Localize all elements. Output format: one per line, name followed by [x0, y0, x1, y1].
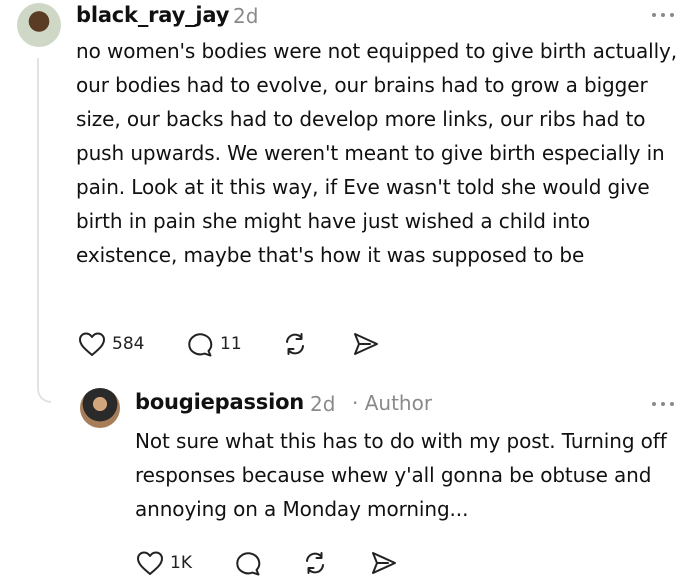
- like-count: 584: [112, 334, 145, 354]
- like-button[interactable]: 584: [78, 331, 144, 357]
- heart-icon: [79, 332, 105, 356]
- repost-icon: [306, 552, 324, 574]
- avatar[interactable]: [80, 388, 120, 428]
- repost-icon: [286, 333, 304, 355]
- share-button[interactable]: [352, 331, 380, 357]
- reply-button[interactable]: [234, 550, 262, 576]
- avatar[interactable]: [17, 3, 61, 47]
- share-button[interactable]: [370, 550, 398, 576]
- reply-text: Not sure what this has to do with my pos…: [135, 429, 667, 521]
- comment-text: no women's bodies were not equipped to g…: [76, 39, 678, 267]
- reply-button[interactable]: 11: [186, 331, 242, 357]
- send-icon: [354, 333, 378, 355]
- repost-button[interactable]: [282, 331, 308, 357]
- reply-count: 11: [220, 334, 242, 354]
- author-badge: · Author: [352, 391, 433, 415]
- comment-username[interactable]: black_ray_jay: [76, 3, 229, 27]
- speech-bubble-icon: [236, 552, 261, 576]
- thread-line: [37, 58, 51, 403]
- repost-button[interactable]: [302, 550, 328, 576]
- comment-timestamp: 2d: [233, 4, 259, 28]
- more-icon[interactable]: [652, 401, 674, 407]
- send-icon: [372, 552, 396, 574]
- like-count: 1K: [170, 553, 192, 573]
- reply-timestamp: 2d: [310, 392, 336, 416]
- speech-bubble-icon: [188, 333, 213, 357]
- like-button[interactable]: 1K: [136, 550, 192, 576]
- more-icon[interactable]: [652, 12, 674, 18]
- reply-username[interactable]: bougiepassion: [135, 390, 304, 414]
- heart-icon: [137, 551, 163, 575]
